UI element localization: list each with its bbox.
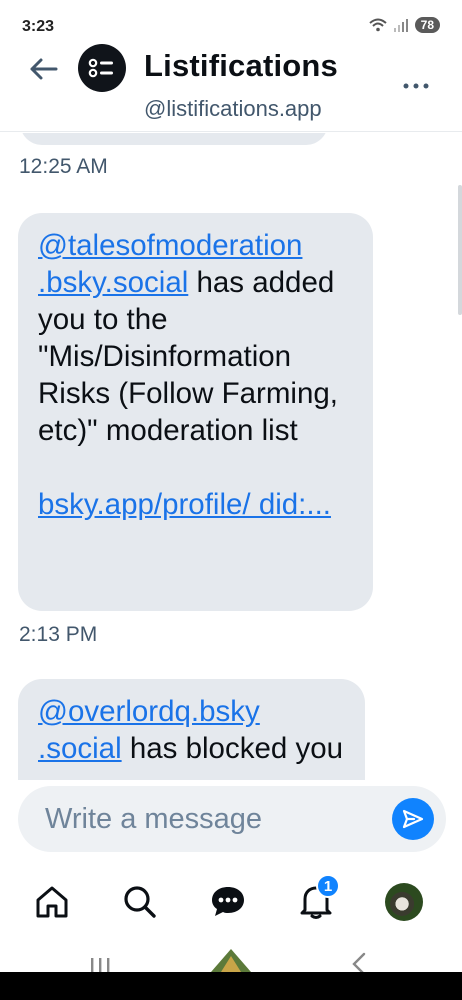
- profile-avatar: [385, 883, 423, 921]
- send-button[interactable]: [392, 798, 434, 840]
- conversation-handle: @listifications.app: [144, 96, 322, 121]
- status-time: 3:23: [22, 18, 55, 35]
- nav-chat[interactable]: [206, 880, 250, 924]
- conversation-title: Listifications: [144, 48, 338, 83]
- conversation-header: Listifications @listifications.app: [0, 40, 462, 132]
- wifi-icon: [368, 18, 387, 32]
- search-icon: [124, 886, 156, 918]
- message-timestamp: 2:13 PM: [19, 623, 98, 646]
- chat-icon: [212, 887, 244, 916]
- back-button[interactable]: [26, 52, 60, 86]
- message-bubble: @overlordq.bsky .social has blocked you: [18, 679, 365, 780]
- home-button-icon[interactable]: [208, 946, 254, 972]
- message-composer: [18, 786, 446, 852]
- message-bubble: @talesofmoderation .bsky.social has adde…: [18, 213, 373, 611]
- signal-icon: [393, 19, 408, 32]
- bottom-nav: 1: [0, 870, 462, 940]
- notification-badge: 1: [316, 874, 340, 898]
- system-nav-bar: [0, 944, 462, 972]
- status-icons: 78: [368, 17, 440, 33]
- battery-indicator: 78: [414, 17, 440, 33]
- scrollbar[interactable]: [458, 185, 462, 315]
- nav-search[interactable]: [118, 880, 162, 924]
- list-icon: [88, 58, 113, 78]
- message-text: has blocked you: [121, 732, 344, 765]
- message-input[interactable]: [45, 799, 375, 839]
- message-list[interactable]: 12:25 AM @talesofmoderation .bsky.social…: [0, 133, 462, 780]
- nav-notifications[interactable]: 1: [294, 874, 340, 924]
- nav-profile[interactable]: [382, 880, 426, 924]
- arrow-left-icon: [30, 58, 58, 80]
- previous-message-bubble: [20, 133, 328, 145]
- home-icon: [36, 886, 68, 918]
- recent-apps-icon[interactable]: [88, 956, 114, 972]
- send-icon: [402, 809, 424, 829]
- back-nav-icon[interactable]: [350, 952, 368, 972]
- ellipsis-icon: [403, 83, 429, 89]
- system-bottom-bar: [0, 972, 462, 1000]
- profile-link[interactable]: bsky.app/profile/ did:...: [38, 488, 331, 521]
- nav-home[interactable]: [30, 880, 74, 924]
- more-options-button[interactable]: [400, 78, 432, 94]
- listifications-avatar[interactable]: [78, 44, 126, 92]
- message-timestamp: 12:25 AM: [19, 155, 108, 178]
